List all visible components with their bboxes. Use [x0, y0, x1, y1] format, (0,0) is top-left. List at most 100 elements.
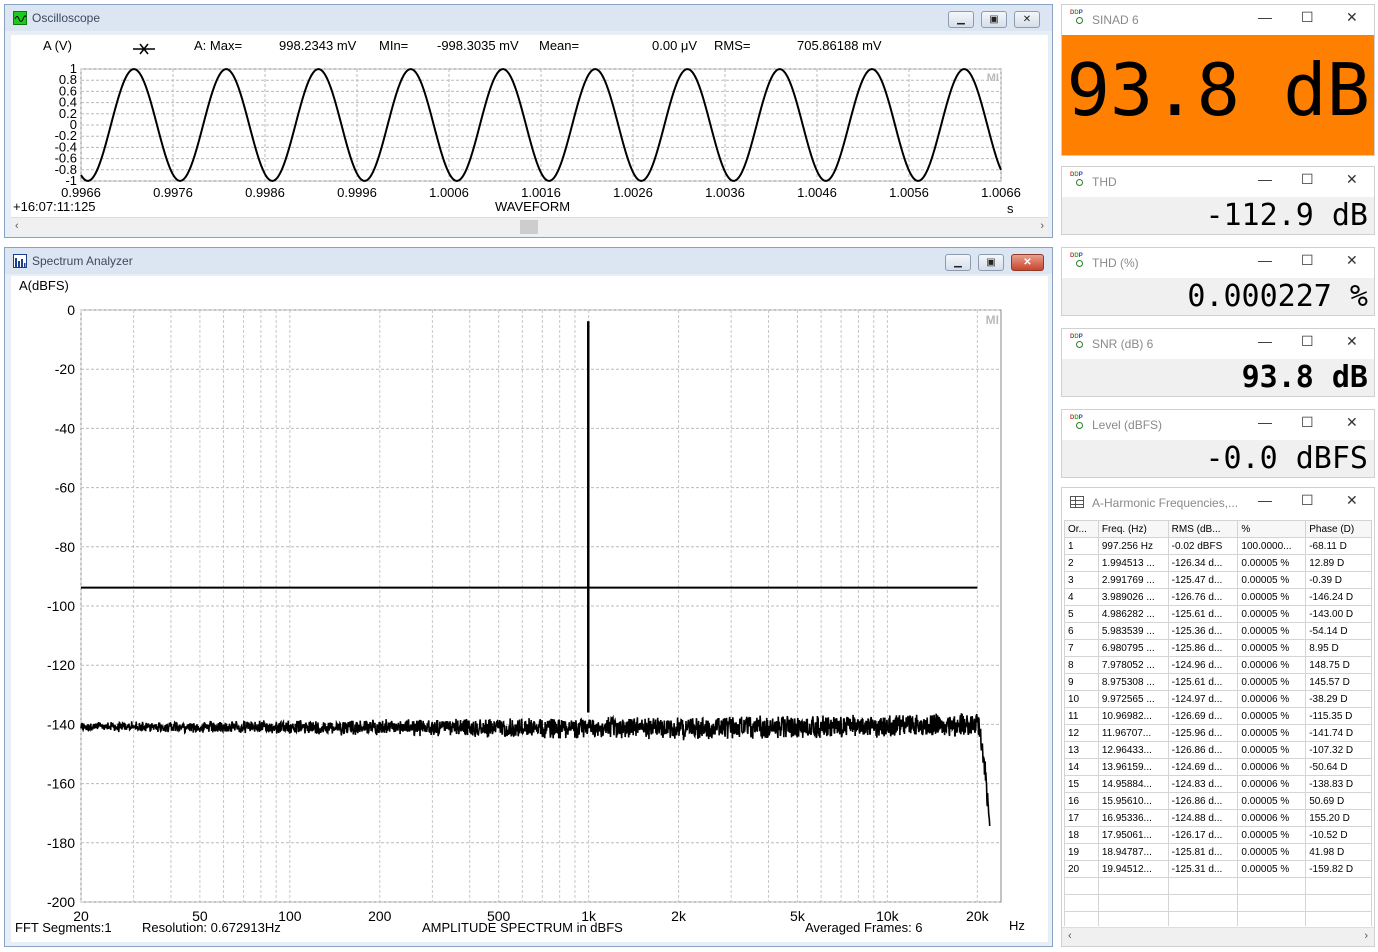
column-header[interactable]: Freq. (Hz) — [1097, 520, 1169, 538]
x-tick-label: 200 — [368, 908, 392, 924]
harmonics-table[interactable]: Or... Freq. (Hz) RMS (dB...% Phase (D) 1 997… — [1064, 520, 1372, 926]
table-row[interactable]: 11 10.96982... -126.69 d... 0.00005 % -115.3… — [1064, 707, 1372, 725]
ddp-icon: DDP — [1070, 10, 1088, 28]
table-cell: 8 — [1064, 656, 1099, 674]
table-row[interactable]: 13 12.96433... -126.86 d... 0.00005 % -107.3… — [1064, 741, 1372, 759]
meter-titlebar[interactable]: DDP SINAD 6 — ☐ ✕ — [1062, 5, 1374, 35]
maximize-button[interactable]: ☐ — [1301, 333, 1314, 350]
table-cell: -125.61 d... — [1167, 605, 1239, 623]
table-row[interactable]: 16 15.95610... -126.86 d... 0.00005 % 50.69 … — [1064, 792, 1372, 810]
spectrum-chart[interactable]: 0-20-40-60-80-100-120-140-160-180-20020 5… — [11, 276, 1048, 942]
spec-xunit: Hz — [1009, 918, 1025, 933]
table-row[interactable]: 9 8.975308 ... -125.61 d... 0.00005 % 145.57… — [1064, 673, 1372, 691]
maximize-button[interactable]: ☐ — [1301, 252, 1314, 269]
harmonics-title: A-Harmonic Frequencies,... — [1092, 496, 1239, 510]
minimize-button[interactable]: — — [1258, 414, 1272, 430]
table-cell: 0.00006 % — [1237, 775, 1307, 793]
table-row[interactable]: 8 7.978052 ... -124.96 d... 0.00006 % 148.75… — [1064, 656, 1372, 674]
x-tick-label: 20k — [966, 908, 990, 924]
minimize-button[interactable]: — — [1258, 9, 1272, 25]
maximize-button[interactable]: ▣ — [978, 254, 1004, 271]
maximize-button[interactable]: ☐ — [1301, 492, 1314, 509]
column-header[interactable]: Or... — [1064, 520, 1099, 538]
minimize-button[interactable]: — — [1258, 492, 1272, 508]
maximize-button[interactable]: ☐ — [1301, 171, 1314, 188]
table-row[interactable]: 19 18.94787... -125.81 d... 0.00005 % 41.98 … — [1064, 843, 1372, 861]
table-row[interactable]: 10 9.972565 ... -124.97 d... 0.00006 % -38.2… — [1064, 690, 1372, 708]
y-tick-label: -20 — [55, 361, 75, 377]
table-row[interactable]: 1 997.256 Hz -0.02 dBFS 100.0000... -68.11 D — [1064, 537, 1372, 555]
maximize-button[interactable]: ☐ — [1301, 9, 1314, 26]
table-cell: 5 — [1064, 605, 1099, 623]
close-button[interactable]: ✕ — [1346, 252, 1358, 269]
scroll-left-arrow[interactable]: ‹ — [1068, 930, 1072, 942]
table-cell: 11 — [1064, 707, 1099, 725]
close-button[interactable]: ✕ — [1346, 414, 1358, 431]
minimize-button[interactable]: — — [1258, 171, 1272, 187]
table-row[interactable]: 15 14.95884... -124.83 d... 0.00006 % -138.8… — [1064, 775, 1372, 793]
column-header[interactable]: Phase (D) — [1305, 520, 1372, 538]
meter-titlebar[interactable]: DDP THD — ☐ ✕ — [1062, 167, 1374, 197]
table-cell — [1305, 877, 1372, 895]
table-cell: 0.00006 % — [1237, 690, 1307, 708]
scroll-thumb[interactable] — [520, 220, 538, 234]
table-row[interactable]: 12 11.96707... -125.96 d... 0.00005 % -141.7… — [1064, 724, 1372, 742]
table-row[interactable]: 6 5.983539 ... -125.36 d... 0.00005 % -54.14… — [1064, 622, 1372, 640]
table-row[interactable]: 20 19.94512... -125.31 d... 0.00005 % -159.8… — [1064, 860, 1372, 878]
oscilloscope-chart[interactable]: 10.80.60.40.20-0.2-0.4-0.6-0.8-10.9966 0.… — [11, 35, 1048, 217]
table-row[interactable]: 2 1.994513 ... -126.34 d... 0.00005 % 12.89 … — [1064, 554, 1372, 572]
table-row[interactable]: 18 17.95061... -126.17 d... 0.00005 % -10.52… — [1064, 826, 1372, 844]
oscilloscope-titlebar[interactable]: Oscilloscope ▁ ▣ ✕ — [5, 5, 1052, 31]
table-row[interactable]: 4 3.989026 ... -126.76 d... 0.00005 % -146.2… — [1064, 588, 1372, 606]
table-row[interactable]: 17 16.95336... -124.88 d... 0.00006 % 155.20… — [1064, 809, 1372, 827]
scroll-left-arrow[interactable]: ‹ — [15, 220, 19, 232]
meter-titlebar[interactable]: DDP Level (dBFS) — ☐ ✕ — [1062, 410, 1374, 440]
column-header[interactable]: RMS (dB... — [1167, 520, 1239, 538]
meter-titlebar[interactable]: DDP SNR (dB) 6 — ☐ ✕ — [1062, 329, 1374, 359]
close-button[interactable]: ✕ — [1346, 333, 1358, 350]
averaged-frames: Averaged Frames: 6 — [805, 920, 923, 935]
meter-titlebar[interactable]: DDP THD (%) — ☐ ✕ — [1062, 248, 1374, 278]
table-cell: 0.00005 % — [1237, 588, 1307, 606]
scroll-right-arrow[interactable]: › — [1364, 930, 1368, 942]
maximize-button[interactable]: ☐ — [1301, 414, 1314, 431]
table-cell: 3.989026 ... — [1097, 588, 1169, 606]
meter-name: THD (%) — [1092, 256, 1139, 270]
table-cell — [1064, 877, 1099, 895]
close-button[interactable]: ✕ — [1011, 254, 1044, 271]
scroll-right-arrow[interactable]: › — [1040, 220, 1044, 232]
maximize-button[interactable]: ▣ — [981, 11, 1007, 28]
table-cell: 1.994513 ... — [1097, 554, 1169, 572]
table-row[interactable]: 5 4.986282 ... -125.61 d... 0.00005 % -143.0… — [1064, 605, 1372, 623]
table-cell: -125.96 d... — [1167, 724, 1239, 742]
table-row[interactable]: 7 6.980795 ... -125.86 d... 0.00005 % 8.95 D — [1064, 639, 1372, 657]
spectrum-window: Spectrum Analyzer ▁ ▣ ✕ A(dBFS) 0 -20 -40-… — [4, 247, 1053, 947]
table-cell: 7.978052 ... — [1097, 656, 1169, 674]
y-tick-label: 0 — [67, 302, 75, 318]
close-button[interactable]: ✕ — [1346, 9, 1358, 26]
column-header[interactable]: % — [1237, 520, 1307, 538]
table-row[interactable]: 3 2.991769 ... -125.47 d... 0.00005 % -0.39 … — [1064, 571, 1372, 589]
close-button[interactable]: ✕ — [1014, 11, 1040, 28]
spectrum-titlebar[interactable]: Spectrum Analyzer ▁ ▣ ✕ — [5, 248, 1052, 274]
minimize-button[interactable]: ▁ — [948, 11, 974, 28]
horizontal-scrollbar[interactable]: ‹ › — [1062, 927, 1374, 946]
minimize-button[interactable]: — — [1258, 333, 1272, 349]
minimize-button[interactable]: — — [1258, 252, 1272, 268]
close-button[interactable]: ✕ — [1346, 171, 1358, 188]
table-row[interactable]: 14 13.96159... -124.69 d... 0.00006 % -50.64… — [1064, 758, 1372, 776]
table-cell — [1064, 911, 1099, 926]
meter-name: THD — [1092, 175, 1117, 189]
table-cell — [1237, 894, 1307, 912]
table-cell: 0.00005 % — [1237, 724, 1307, 742]
table-cell: 13 — [1064, 741, 1099, 759]
harmonics-titlebar[interactable]: A-Harmonic Frequencies,... — ☐ ✕ — [1062, 488, 1374, 518]
table-cell — [1305, 894, 1372, 912]
table-cell: -138.83 D — [1305, 775, 1372, 793]
close-button[interactable]: ✕ — [1346, 492, 1358, 509]
table-cell: -107.32 D — [1305, 741, 1372, 759]
table-cell: -159.82 D — [1305, 860, 1372, 878]
minimize-button[interactable]: ▁ — [945, 254, 971, 271]
horizontal-scrollbar[interactable]: ‹ › — [11, 217, 1048, 236]
y-tick-label: -100 — [47, 598, 75, 614]
